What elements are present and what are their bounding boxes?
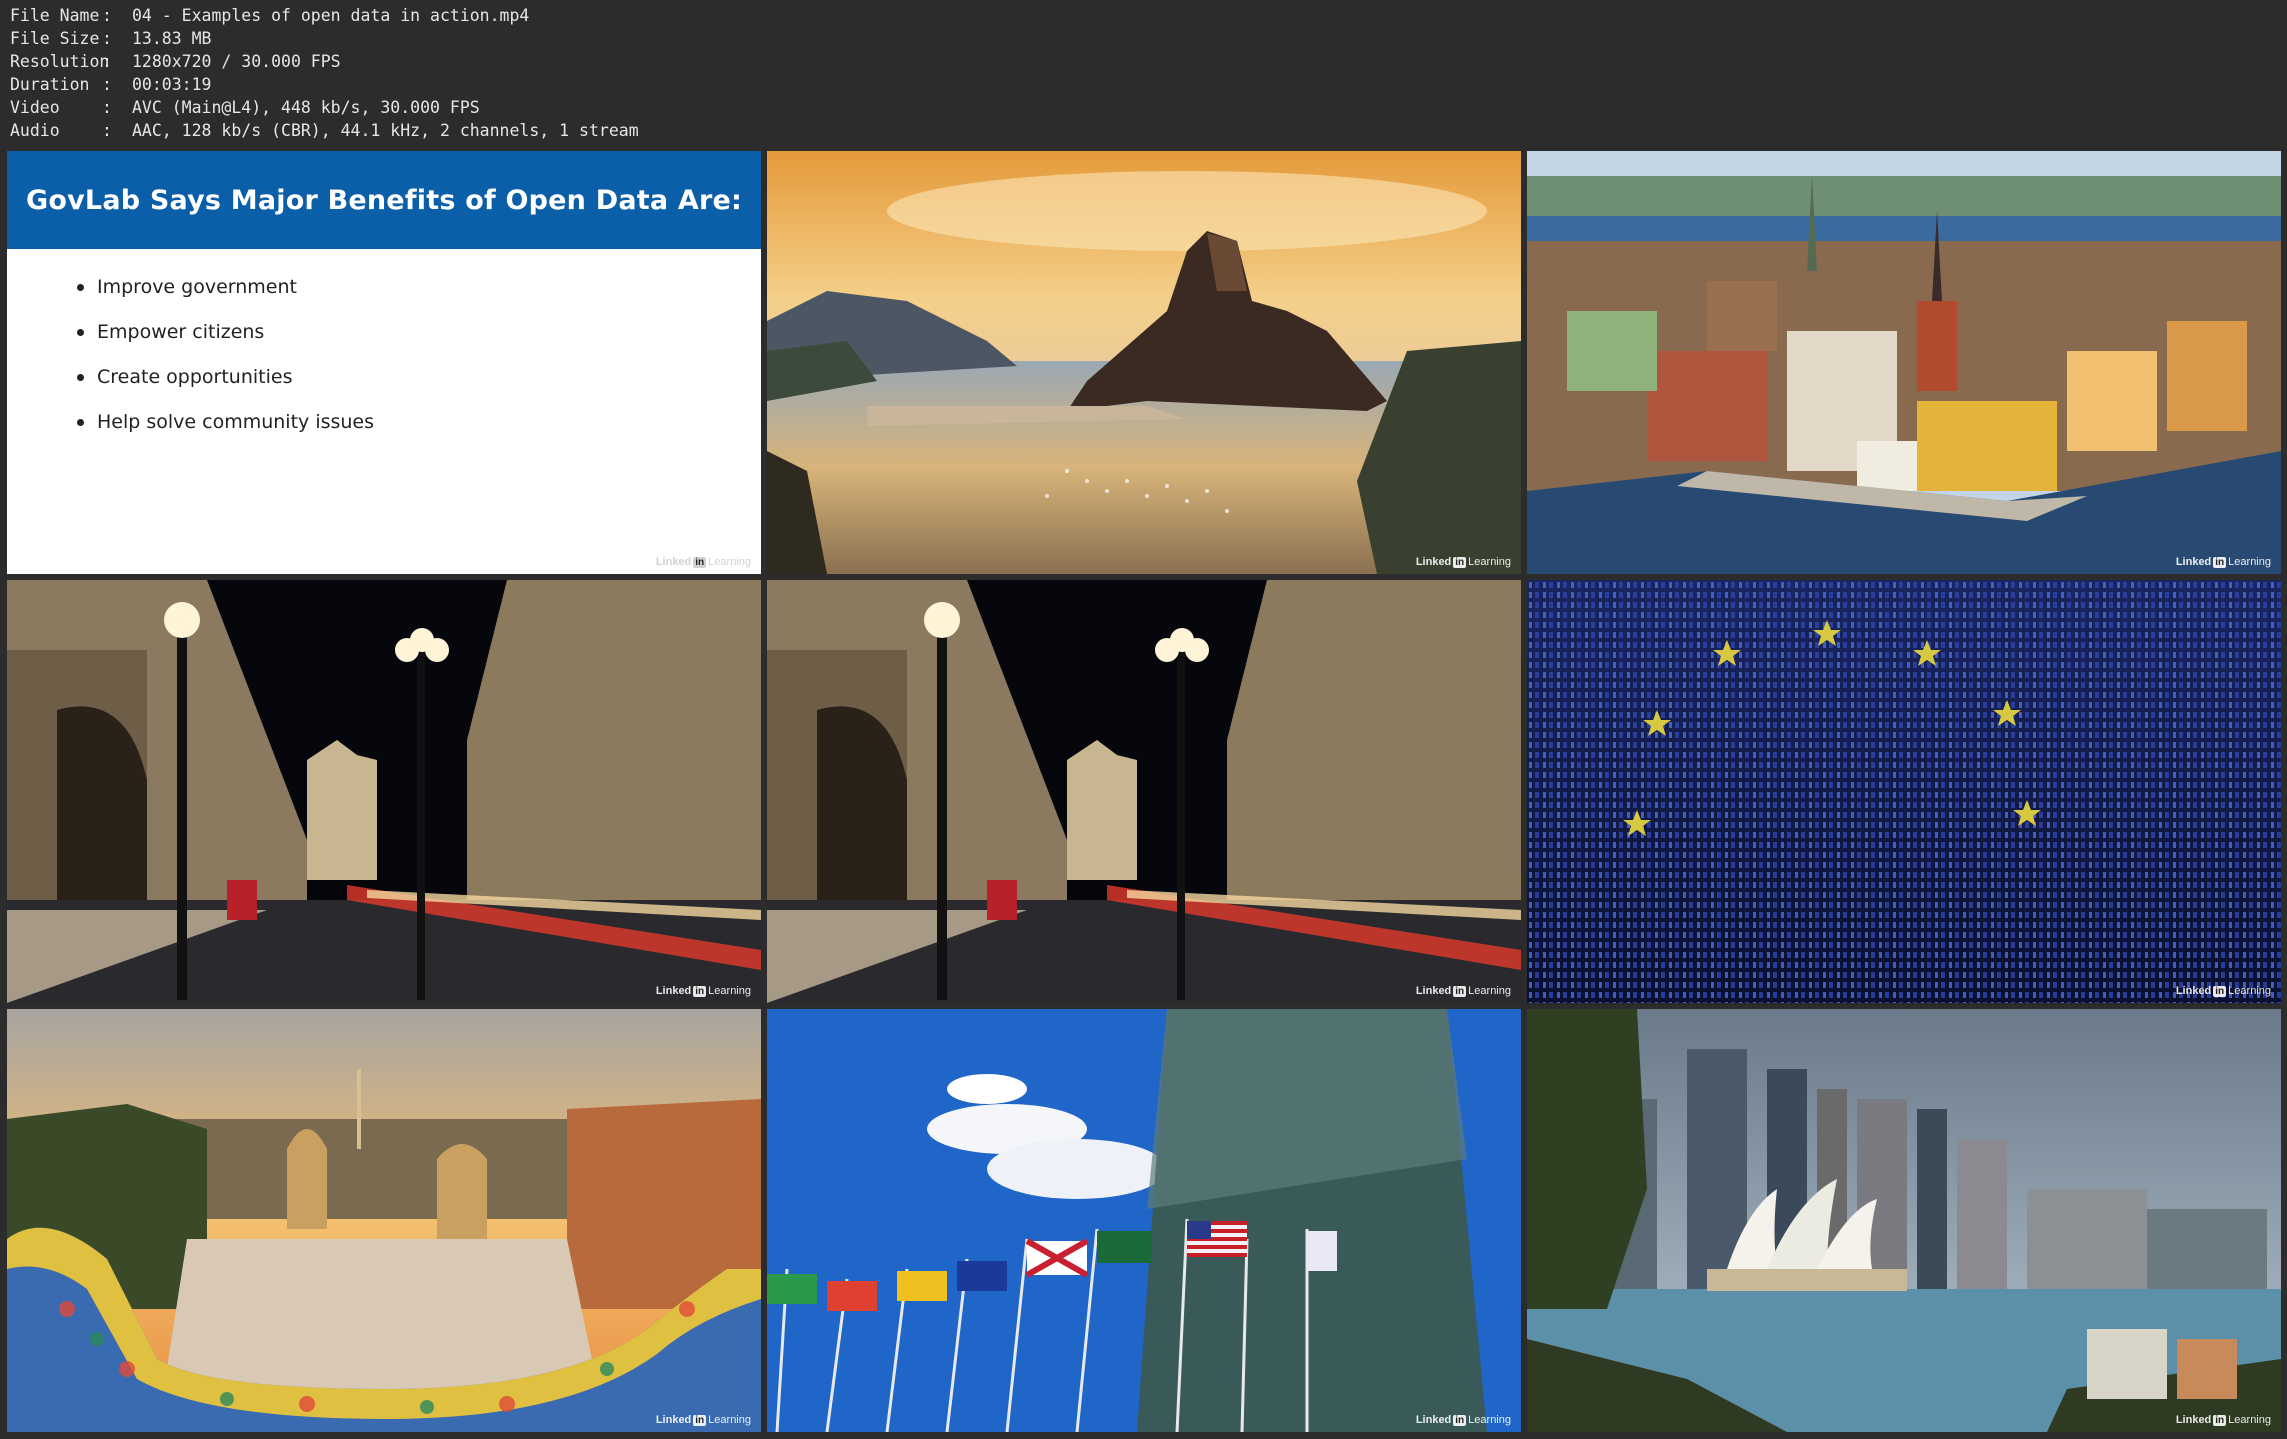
eu-binary-flag-image: [1527, 580, 2281, 1003]
linkedin-learning-watermark: Linked in Learning: [2175, 985, 2271, 997]
thumbnail-grid: GovLab Says Major Benefits of Open Data …: [7, 151, 2281, 1432]
info-separator: :: [102, 52, 112, 71]
park-guell-image: [7, 1009, 761, 1432]
info-key: Audio: [10, 121, 60, 140]
thumbnail-un-flags: Linked in Learning: [767, 1009, 1521, 1432]
rio-sugarloaf-image: [767, 151, 1521, 574]
info-value: AVC (Main@L4), 448 kb/s, 30.000 FPS: [132, 98, 480, 117]
linkedin-learning-watermark: Linked in Learning: [2175, 556, 2271, 568]
thumbnail-london-street-1: Linked in Learning: [7, 580, 761, 1003]
linkedin-learning-watermark: Linked in Learning: [1415, 985, 1511, 997]
thumbnail-eu-binary-flag: Linked in Learning: [1527, 580, 2281, 1003]
thumbnail-park-guell: Linked in Learning: [7, 1009, 761, 1432]
info-value: AAC, 128 kb/s (CBR), 44.1 kHz, 2 channel…: [132, 121, 639, 140]
linkedin-learning-watermark: Linked in Learning: [655, 1414, 751, 1426]
info-separator: :: [102, 75, 112, 94]
slide-bullet: Improve government: [77, 271, 761, 316]
info-value: 00:03:19: [132, 75, 212, 94]
info-separator: :: [102, 29, 112, 48]
slide-bullet-list: Improve government Empower citizens Crea…: [77, 271, 761, 451]
slide-header: GovLab Says Major Benefits of Open Data …: [7, 151, 761, 249]
linkedin-learning-watermark: Linked in Learning: [655, 985, 751, 997]
info-key: Resolution: [10, 52, 110, 71]
thumbnail-stockholm: Linked in Learning: [1527, 151, 2281, 574]
info-key: File Size: [10, 29, 100, 48]
thumbnail-slide: GovLab Says Major Benefits of Open Data …: [7, 151, 761, 574]
linkedin-learning-watermark: Linked in Learning: [655, 556, 751, 568]
info-value: 13.83 MB: [132, 29, 212, 48]
info-separator: :: [102, 6, 112, 25]
sydney-opera-house-image: [1527, 1009, 2281, 1432]
info-separator: :: [102, 121, 112, 140]
slide-bullet: Empower citizens: [77, 316, 761, 361]
file-info-panel: File Name: 04 - Examples of open data in …: [10, 4, 639, 142]
thumbnail-rio-sugarloaf: Linked in Learning: [767, 151, 1521, 574]
thumbnail-sydney-opera-house: Linked in Learning: [1527, 1009, 2281, 1432]
slide-title: GovLab Says Major Benefits of Open Data …: [26, 184, 742, 216]
info-key: Video: [10, 98, 60, 117]
thumbnail-london-street-2: Linked in Learning: [767, 580, 1521, 1003]
slide-bullet: Help solve community issues: [77, 406, 761, 451]
file-info-row: Resolution: 1280x720 / 30.000 FPS: [10, 50, 639, 73]
file-info-row: File Size: 13.83 MB: [10, 27, 639, 50]
file-info-row: File Name: 04 - Examples of open data in …: [10, 4, 639, 27]
info-value: 1280x720 / 30.000 FPS: [132, 52, 341, 71]
slide-bullet: Create opportunities: [77, 361, 761, 406]
london-street-image: [767, 580, 1521, 1003]
info-separator: :: [102, 98, 112, 117]
info-key: File Name: [10, 6, 100, 25]
un-flags-image: [767, 1009, 1521, 1432]
linkedin-learning-watermark: Linked in Learning: [1415, 1414, 1511, 1426]
file-info-row: Audio: AAC, 128 kb/s (CBR), 44.1 kHz, 2 c…: [10, 119, 639, 142]
info-value: 04 - Examples of open data in action.mp4: [132, 6, 530, 25]
file-info-row: Duration: 00:03:19: [10, 73, 639, 96]
stockholm-image: [1527, 151, 2281, 574]
linkedin-learning-watermark: Linked in Learning: [2175, 1414, 2271, 1426]
file-info-row: Video: AVC (Main@L4), 448 kb/s, 30.000 FP…: [10, 96, 639, 119]
linkedin-learning-watermark: Linked in Learning: [1415, 556, 1511, 568]
london-street-image: [7, 580, 761, 1003]
info-key: Duration: [10, 75, 90, 94]
